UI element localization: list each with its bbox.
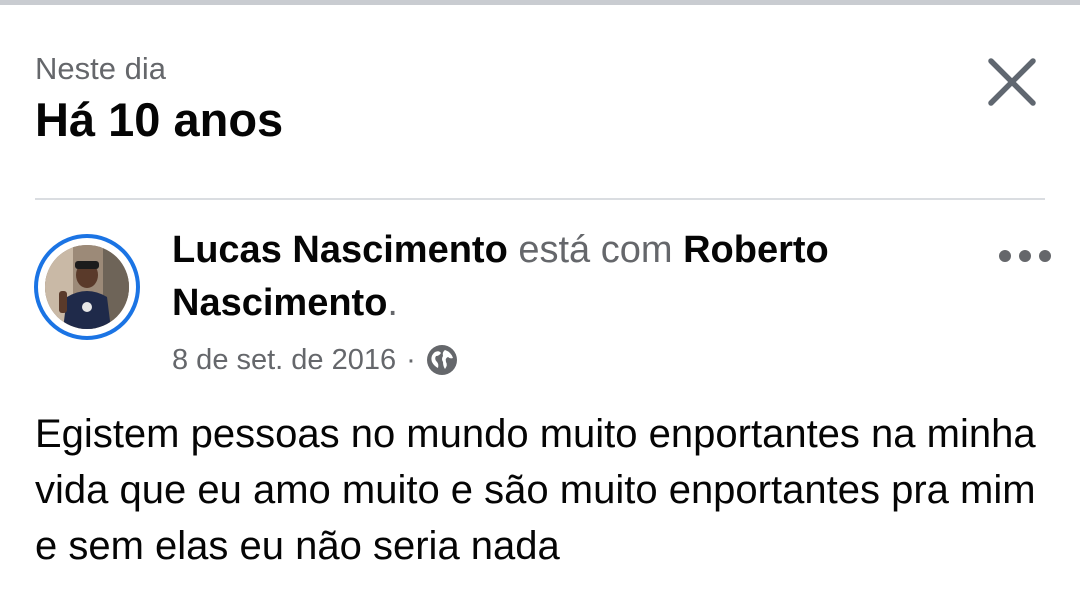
period: . — [387, 282, 398, 324]
author-avatar[interactable] — [34, 234, 140, 340]
globe-icon[interactable] — [426, 344, 458, 376]
header-divider — [35, 198, 1045, 200]
with-text: está com — [507, 229, 684, 271]
header-subtitle: Neste dia — [35, 51, 166, 86]
post-date[interactable]: 8 de set. de 2016 — [172, 340, 396, 380]
meta-separator: · — [406, 344, 416, 376]
more-options-icon — [999, 250, 1051, 262]
memories-header: Neste dia Há 10 anos — [35, 50, 283, 148]
post-author-line: Lucas Nascimento está com Roberto Nascim… — [172, 224, 962, 330]
close-icon — [988, 58, 1036, 106]
top-edge-bar — [0, 0, 1080, 5]
more-options-button[interactable] — [996, 242, 1054, 270]
post-body-text: Egistem pessoas no mundo muito enportant… — [35, 412, 1036, 568]
post-meta: 8 de set. de 2016 · — [172, 340, 458, 380]
author-name[interactable]: Lucas Nascimento — [172, 229, 508, 271]
header-title: Há 10 anos — [35, 93, 284, 146]
avatar-photo — [45, 245, 129, 329]
close-button[interactable] — [984, 54, 1040, 110]
